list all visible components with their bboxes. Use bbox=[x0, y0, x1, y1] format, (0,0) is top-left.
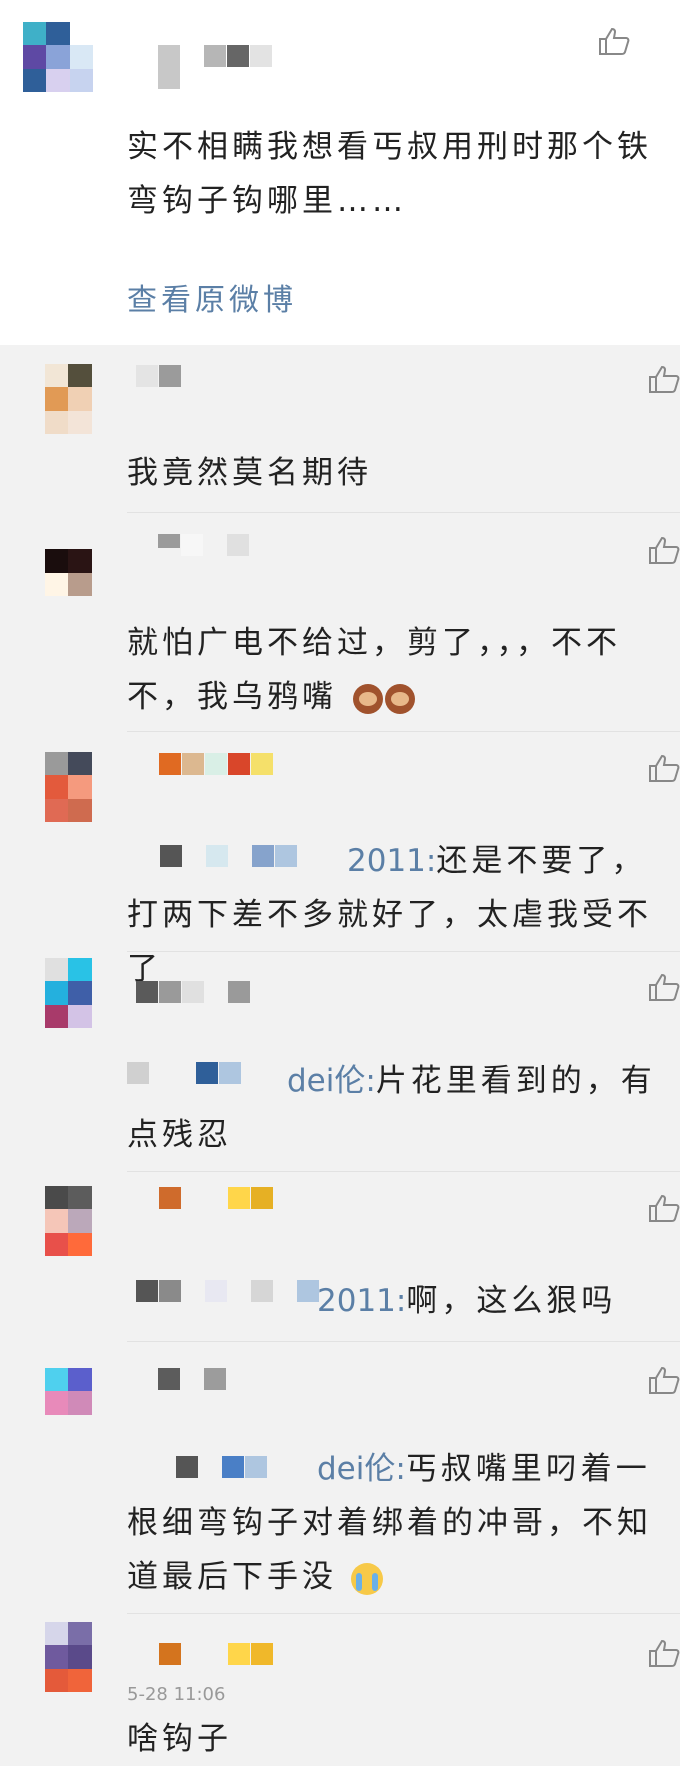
comment-body: 啊，这么狠吗 bbox=[406, 1283, 617, 1319]
comment-text: 就怕广电不给过，剪了，，，不不不，我乌鸦嘴 bbox=[127, 616, 677, 724]
see-no-evil-monkey-icon bbox=[352, 683, 383, 714]
thumbs-up-icon[interactable] bbox=[648, 972, 680, 1002]
avatar[interactable] bbox=[45, 526, 115, 596]
user-mention-link[interactable]: 2011: bbox=[317, 1283, 406, 1319]
comment-body: 我竟然莫名期待 bbox=[127, 455, 372, 491]
comment-body: 啥钩子 bbox=[127, 1721, 232, 1757]
username-blurred[interactable] bbox=[136, 1643, 274, 1667]
user-mention-link[interactable]: 2011: bbox=[347, 843, 436, 879]
username-blurred[interactable] bbox=[136, 981, 251, 1005]
username-blurred[interactable] bbox=[158, 534, 250, 558]
username-blurred[interactable] bbox=[158, 45, 273, 89]
comment-text: 2011:还是不要了，打两下差不多就好了，太虐我受不了 bbox=[127, 834, 677, 996]
divider bbox=[127, 951, 680, 952]
loudly-crying-face-icon bbox=[350, 1562, 383, 1595]
divider bbox=[127, 1613, 680, 1614]
divider bbox=[127, 1171, 680, 1172]
avatar[interactable] bbox=[23, 22, 93, 92]
username-blurred[interactable] bbox=[136, 753, 274, 777]
thumbs-up-icon[interactable] bbox=[598, 26, 632, 56]
comment-timestamp: 5-28 11:06 bbox=[127, 1684, 226, 1705]
original-post-card: 实不相瞒我想看丐叔用刑时那个铁弯钩子钩哪里…… 查看原微博 bbox=[0, 0, 680, 345]
thumbs-up-icon[interactable] bbox=[648, 1638, 680, 1668]
user-mention-link[interactable]: dei伦: bbox=[287, 1063, 376, 1099]
mention-blurred[interactable] bbox=[130, 1456, 268, 1480]
avatar[interactable] bbox=[45, 1622, 115, 1692]
mention-blurred[interactable] bbox=[127, 1062, 242, 1086]
thumbs-up-icon[interactable] bbox=[648, 364, 680, 394]
avatar[interactable] bbox=[45, 1186, 115, 1256]
thumbs-up-icon[interactable] bbox=[648, 1193, 680, 1223]
divider bbox=[127, 1341, 680, 1342]
comment-text: 我竟然莫名期待 bbox=[127, 446, 677, 500]
thumbs-up-icon[interactable] bbox=[648, 535, 680, 565]
avatar[interactable] bbox=[45, 364, 115, 434]
comment-text: 2011:啊，这么狠吗 bbox=[127, 1274, 677, 1328]
comment-text: 实不相瞒我想看丐叔用刑时那个铁弯钩子钩哪里…… bbox=[127, 120, 677, 228]
username-blurred[interactable] bbox=[136, 1187, 274, 1211]
divider bbox=[127, 512, 680, 513]
see-no-evil-monkey-icon bbox=[384, 683, 415, 714]
username-blurred[interactable] bbox=[136, 365, 182, 389]
username-blurred[interactable] bbox=[158, 1368, 227, 1392]
thumbs-up-icon[interactable] bbox=[648, 1365, 680, 1395]
avatar[interactable] bbox=[45, 752, 115, 822]
divider bbox=[127, 731, 680, 732]
avatar[interactable] bbox=[45, 958, 115, 1028]
comment-body: 实不相瞒我想看丐叔用刑时那个铁弯钩子钩哪里…… bbox=[127, 129, 652, 219]
user-mention-link[interactable]: dei伦: bbox=[317, 1451, 406, 1487]
avatar[interactable] bbox=[45, 1368, 115, 1438]
view-original-post-link[interactable]: 查看原微博 bbox=[127, 275, 297, 319]
thumbs-up-icon[interactable] bbox=[648, 753, 680, 783]
